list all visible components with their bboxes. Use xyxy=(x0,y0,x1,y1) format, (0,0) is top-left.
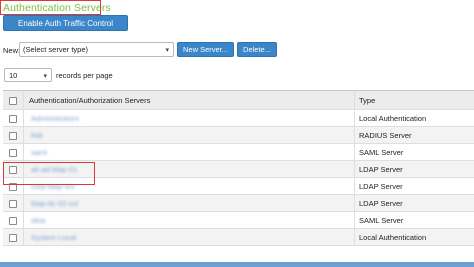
table-row[interactable]: System Local Local Authentication xyxy=(3,229,474,246)
table-header-row: Authentication/Authorization Servers Typ… xyxy=(3,91,474,110)
server-name-link[interactable]: ldap-dc-02-ssl xyxy=(31,199,78,208)
bottom-scrollbar-strip xyxy=(0,262,474,267)
server-name-link[interactable]: System Local xyxy=(31,233,76,242)
ldap-row-highlight-box xyxy=(3,162,95,185)
records-per-page-label: records per page xyxy=(56,71,113,80)
table-row[interactable]: Administrators Local Authentication xyxy=(3,110,474,127)
column-header-type: Type xyxy=(359,95,376,105)
server-type: SAML Server xyxy=(359,215,404,225)
chevron-down-icon: ▾ xyxy=(165,47,169,54)
server-name-link[interactable]: saml xyxy=(31,148,47,157)
chevron-down-icon: ▾ xyxy=(43,73,47,80)
server-type: LDAP Server xyxy=(359,181,403,191)
title-highlight-box xyxy=(0,0,101,15)
row-checkbox[interactable] xyxy=(9,217,17,225)
server-type: Local Authentication xyxy=(359,232,427,242)
row-checkbox[interactable] xyxy=(9,149,17,157)
server-type-select-value: (Select server type) xyxy=(23,45,89,54)
records-per-page-select[interactable]: 10 ▾ xyxy=(4,68,52,82)
row-checkbox[interactable] xyxy=(9,132,17,140)
records-per-page-value: 10 xyxy=(9,70,18,80)
server-name-link[interactable]: okta xyxy=(31,216,45,225)
select-all-checkbox[interactable] xyxy=(9,97,17,105)
delete-button[interactable]: Delete... xyxy=(237,42,277,57)
server-type: RADIUS Server xyxy=(359,130,412,140)
server-name-link[interactable]: Rdr xyxy=(31,131,43,140)
server-type: LDAP Server xyxy=(359,164,403,174)
enable-auth-traffic-control-button[interactable]: Enable Auth Traffic Control xyxy=(3,15,128,31)
row-checkbox[interactable] xyxy=(9,200,17,208)
server-type-select[interactable]: (Select server type) ▾ xyxy=(19,42,174,57)
server-type: Local Authentication xyxy=(359,113,427,123)
table-row[interactable]: okta SAML Server xyxy=(3,212,474,229)
table-row[interactable]: Rdr RADIUS Server xyxy=(3,127,474,144)
row-checkbox[interactable] xyxy=(9,115,17,123)
table-row[interactable]: ldap-dc-02-ssl LDAP Server xyxy=(3,195,474,212)
server-name-link[interactable]: Administrators xyxy=(31,114,79,123)
new-server-button[interactable]: New Server... xyxy=(177,42,234,57)
column-header-name: Authentication/Authorization Servers xyxy=(29,96,151,105)
server-type: SAML Server xyxy=(359,147,404,157)
table-row[interactable]: saml SAML Server xyxy=(3,144,474,161)
server-type: LDAP Server xyxy=(359,198,403,208)
new-label: New: xyxy=(3,46,21,55)
row-checkbox[interactable] xyxy=(9,234,17,242)
